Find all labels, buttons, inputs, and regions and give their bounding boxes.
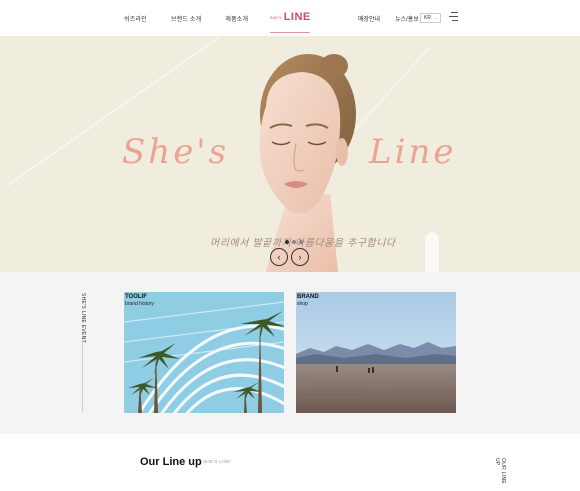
card-subtitle: brand history bbox=[125, 301, 154, 307]
nav-item-products[interactable]: 제품소개 bbox=[225, 14, 248, 23]
nav-item-news[interactable]: 뉴스/홍보 bbox=[395, 14, 419, 23]
lineup-title: Our Line up bbox=[140, 456, 202, 468]
card-title: TOOLIF bbox=[125, 294, 147, 300]
lineup-vertical-label: OUR LINE UP bbox=[494, 458, 506, 485]
event-card-toolif[interactable]: TOOLIF brand history bbox=[124, 292, 284, 413]
hero-decor-pill bbox=[425, 232, 439, 272]
main-nav-left: 쉬즈라인 브랜드 소개 제품소개 bbox=[124, 14, 272, 23]
slider-next-button[interactable]: › bbox=[291, 248, 309, 266]
slider-pagination bbox=[285, 240, 303, 244]
logo-prefix: SHE'S bbox=[270, 16, 282, 20]
hero-title-left: She's bbox=[122, 132, 230, 172]
site-logo[interactable]: SHE'S LINE bbox=[270, 11, 311, 33]
hero-title-right: Line bbox=[369, 132, 457, 172]
nav-item-shesline[interactable]: 쉬즈라인 bbox=[124, 14, 147, 23]
event-divider bbox=[82, 342, 83, 412]
slider-prev-button[interactable]: ‹ bbox=[270, 248, 288, 266]
slider-dot[interactable] bbox=[292, 240, 296, 244]
card-title: BRAND bbox=[297, 294, 319, 300]
logo-underline bbox=[270, 32, 310, 33]
logo-text: LINE bbox=[283, 11, 311, 23]
event-vertical-label: SHE'S LINE EVENT bbox=[80, 293, 86, 343]
language-value: KR bbox=[424, 15, 431, 21]
site-header: 쉬즈라인 브랜드 소개 제품소개 SHE'S LINE 매장안내 뉴스/홍보 K… bbox=[0, 0, 580, 36]
event-card-image bbox=[296, 292, 456, 413]
slider-dot[interactable] bbox=[299, 240, 303, 244]
chevron-down-icon: ⌄ bbox=[434, 15, 438, 20]
lineup-subtitle: SHE'S LINE bbox=[203, 459, 231, 464]
event-card-brand[interactable]: BRAND shop bbox=[296, 292, 456, 413]
slider-dot[interactable] bbox=[285, 240, 289, 244]
event-card-image bbox=[124, 292, 284, 413]
nav-item-stores[interactable]: 매장안내 bbox=[358, 14, 380, 23]
hamburger-icon[interactable] bbox=[449, 12, 458, 23]
hero-slider: She's Line 머리에서 발끝까지 아름다움을 추구합니다 ‹ › bbox=[0, 36, 580, 272]
chevron-left-icon: ‹ bbox=[277, 252, 281, 262]
chevron-right-icon: › bbox=[298, 252, 302, 262]
nav-item-brand[interactable]: 브랜드 소개 bbox=[171, 14, 201, 23]
language-select[interactable]: KR ⌄ bbox=[420, 13, 441, 23]
event-section: SHE'S LINE EVENT TOOLIF brand history BR… bbox=[0, 272, 580, 434]
card-subtitle: shop bbox=[297, 301, 308, 307]
